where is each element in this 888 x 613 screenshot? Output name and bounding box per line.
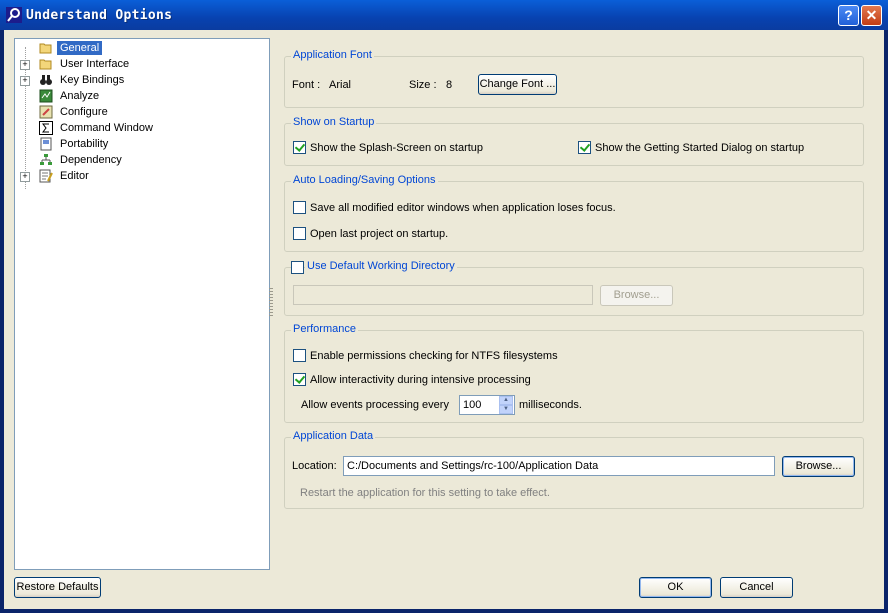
getting-started-label[interactable]: Show the Getting Started Dialog on start…: [595, 142, 804, 154]
group-title: Performance: [291, 323, 358, 335]
font-label: Font :: [292, 79, 321, 91]
events-interval-value: 100: [463, 399, 482, 411]
splitter-handle[interactable]: [269, 288, 273, 318]
auto-loading-saving-group: Auto Loading/Saving Options Save all mod…: [284, 174, 864, 252]
ok-button[interactable]: OK: [639, 577, 712, 598]
sigma-icon: [39, 121, 53, 135]
change-font-button[interactable]: Change Font ...: [478, 74, 557, 95]
events-interval-prefix: Allow events processing every: [301, 399, 449, 411]
getting-started-checkbox[interactable]: [578, 141, 591, 154]
use-default-working-directory-label[interactable]: Use Default Working Directory: [305, 260, 457, 272]
tree-item-label: User Interface: [60, 58, 130, 70]
folder-open-icon: [39, 43, 52, 54]
group-title: Auto Loading/Saving Options: [291, 174, 438, 186]
tree-item-command-window[interactable]: Command Window: [15, 120, 269, 136]
expand-icon[interactable]: +: [20, 172, 30, 182]
category-tree[interactable]: General + User Interface + Key Bindings …: [14, 38, 270, 570]
restore-defaults-button[interactable]: Restore Defaults: [14, 577, 101, 598]
close-button[interactable]: ✕: [861, 5, 882, 26]
allow-interactivity-label[interactable]: Allow interactivity during intensive pro…: [310, 374, 531, 386]
tree-item-general[interactable]: General: [15, 40, 269, 56]
application-data-group: Application Data Location: C:/Documents …: [284, 430, 864, 509]
tree-item-configure[interactable]: Configure: [15, 104, 269, 120]
working-directory-group: Use Default Working Directory Browse...: [284, 260, 864, 316]
title-bar[interactable]: Understand Options ? ✕: [0, 0, 888, 30]
size-value: 8: [446, 79, 453, 91]
size-label: Size :: [409, 79, 437, 91]
group-title: Application Font: [291, 49, 374, 61]
splash-screen-checkbox[interactable]: [293, 141, 306, 154]
binoculars-icon: [40, 75, 52, 85]
application-font-group: Application Font Font : Arial Size : 8 C…: [284, 49, 864, 108]
save-on-focus-loss-checkbox[interactable]: [293, 201, 306, 214]
tree-item-label: Configure: [60, 106, 108, 118]
font-value: Arial: [329, 79, 352, 91]
performance-group: Performance Enable permissions checking …: [284, 323, 864, 423]
tree-item-analyze[interactable]: Analyze: [15, 88, 269, 104]
open-last-project-checkbox[interactable]: [293, 227, 306, 240]
ntfs-permissions-checkbox[interactable]: [293, 349, 306, 362]
tree-item-label: General: [57, 41, 103, 55]
restart-note: Restart the application for this setting…: [300, 487, 550, 499]
app-logo-icon: [6, 7, 22, 23]
spin-down-icon[interactable]: ▼: [499, 405, 513, 414]
cancel-button[interactable]: Cancel: [720, 577, 793, 598]
working-directory-browse-button[interactable]: Browse...: [600, 285, 673, 306]
expand-icon[interactable]: +: [20, 60, 30, 70]
tree-item-label: Key Bindings: [60, 74, 125, 86]
help-button[interactable]: ?: [838, 5, 859, 26]
events-interval-field[interactable]: 100 ▲ ▼: [459, 395, 515, 415]
analyze-icon: [39, 89, 53, 103]
working-directory-field[interactable]: [293, 285, 593, 305]
portability-icon: [40, 137, 52, 151]
save-on-focus-loss-label[interactable]: Save all modified editor windows when ap…: [310, 202, 616, 214]
spin-up-icon[interactable]: ▲: [499, 396, 513, 405]
tree-item-label: Editor: [60, 170, 89, 182]
tree-item-label: Dependency: [60, 154, 122, 166]
editor-icon: [39, 169, 53, 183]
location-browse-button[interactable]: Browse...: [782, 456, 855, 477]
use-default-working-directory-checkbox[interactable]: [291, 261, 304, 274]
tree-item-label: Command Window: [60, 122, 153, 134]
configure-icon: [39, 105, 53, 119]
location-label: Location:: [292, 460, 337, 472]
folder-icon: [39, 59, 52, 70]
tree-item-key-bindings[interactable]: + Key Bindings: [15, 72, 269, 88]
dialog-body: General + User Interface + Key Bindings …: [4, 30, 884, 609]
tree-item-dependency[interactable]: Dependency: [15, 152, 269, 168]
tree-item-portability[interactable]: Portability: [15, 136, 269, 152]
group-title: Application Data: [291, 430, 376, 442]
group-title: Show on Startup: [291, 116, 377, 128]
tree-item-label: Portability: [60, 138, 109, 150]
expand-icon[interactable]: +: [20, 76, 30, 86]
events-interval-suffix: milliseconds.: [519, 399, 582, 411]
allow-interactivity-checkbox[interactable]: [293, 373, 306, 386]
window-title: Understand Options: [26, 8, 173, 23]
tree-item-editor[interactable]: + Editor: [15, 168, 269, 184]
dependency-icon: [40, 154, 52, 165]
tree-item-label: Analyze: [60, 90, 100, 102]
splash-screen-label[interactable]: Show the Splash-Screen on startup: [310, 142, 483, 154]
location-field[interactable]: C:/Documents and Settings/rc-100/Applica…: [343, 456, 775, 476]
ntfs-permissions-label[interactable]: Enable permissions checking for NTFS fil…: [310, 350, 558, 362]
options-dialog: Understand Options ? ✕ General + User In…: [0, 0, 888, 613]
show-on-startup-group: Show on Startup Show the Splash-Screen o…: [284, 116, 864, 166]
open-last-project-label[interactable]: Open last project on startup.: [310, 228, 448, 240]
tree-item-user-interface[interactable]: + User Interface: [15, 56, 269, 72]
